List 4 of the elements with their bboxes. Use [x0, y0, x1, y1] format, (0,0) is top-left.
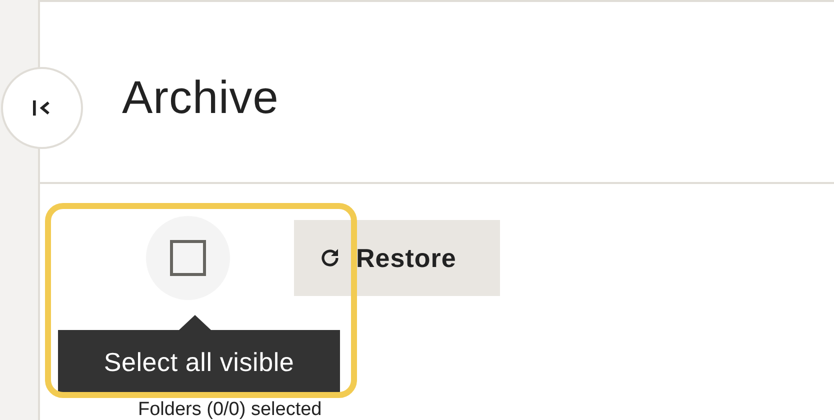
page-title: Archive	[122, 70, 279, 124]
tooltip: Select all visible	[58, 315, 340, 393]
selection-summary: Folders (0/0) selected	[138, 400, 322, 420]
restore-button[interactable]: Restore	[294, 220, 500, 296]
